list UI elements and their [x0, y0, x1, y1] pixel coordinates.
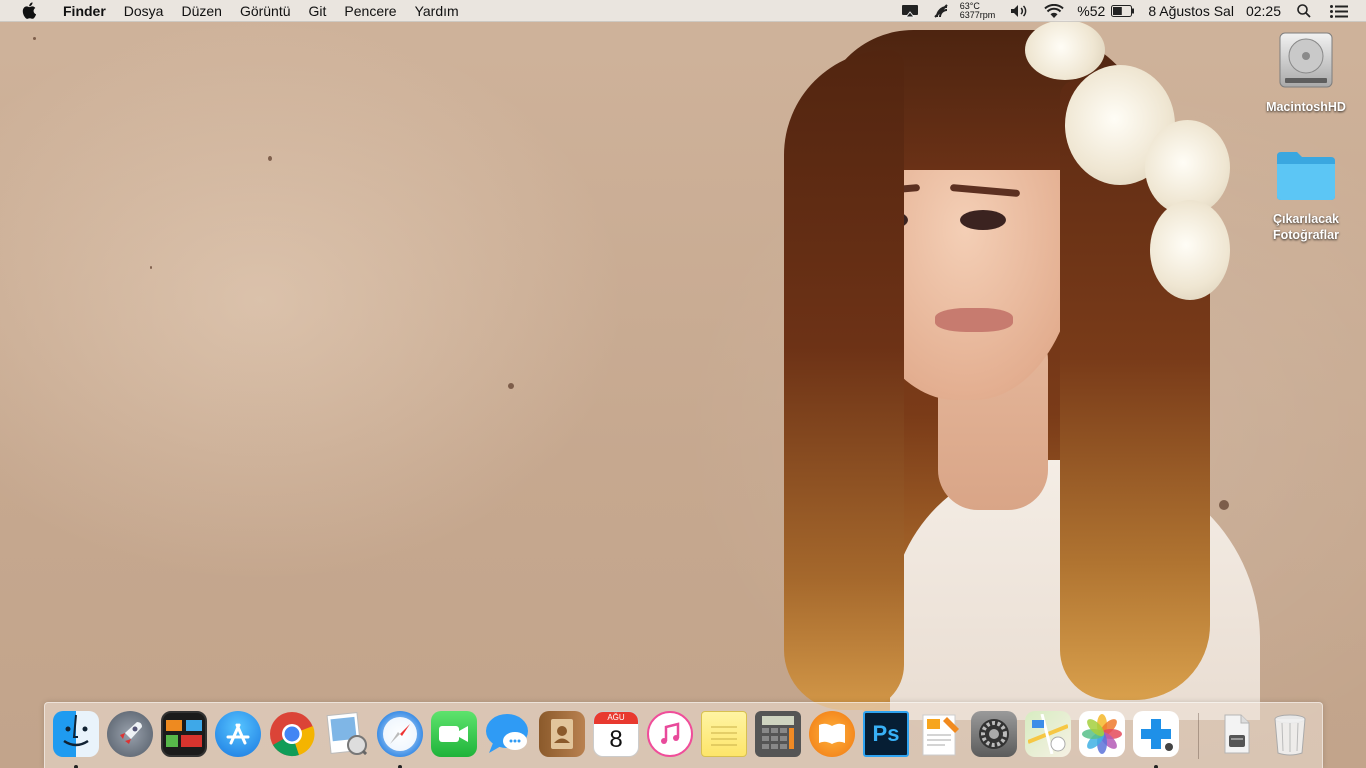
- menu-pencere[interactable]: Pencere: [335, 0, 405, 22]
- pages-icon: [917, 711, 963, 757]
- dock-app-finder[interactable]: [53, 711, 99, 768]
- temperature-fan-readout[interactable]: 63°C 6377rpm: [960, 2, 996, 20]
- wallpaper-speck: [33, 37, 36, 40]
- rose-flower: [1025, 20, 1105, 80]
- desktop-icon-cikarilacak-fotograflar[interactable]: Çıkarılacak Fotoğraflar: [1251, 148, 1361, 243]
- dock-app-facetime[interactable]: [431, 711, 477, 757]
- wifi-icon[interactable]: [1044, 3, 1064, 19]
- menu-git[interactable]: Git: [300, 0, 336, 22]
- menu-yardim[interactable]: Yardım: [406, 0, 468, 22]
- dock-app-calculator[interactable]: [755, 711, 801, 757]
- dock-app-launchpad[interactable]: [107, 711, 153, 757]
- battery-icon[interactable]: [1111, 5, 1135, 17]
- plus-app-icon: [1133, 711, 1179, 757]
- launchpad-icon: [107, 711, 153, 757]
- portrait-eye: [960, 210, 1006, 230]
- dock-app-system-preferences[interactable]: [971, 711, 1017, 757]
- dock-app-itunes[interactable]: [647, 711, 693, 757]
- dock-app-notes[interactable]: [701, 711, 747, 757]
- fan-speed-value: 6377rpm: [959, 10, 996, 20]
- system-preferences-icon: [971, 711, 1017, 757]
- preview-icon: [323, 711, 369, 757]
- dock-app-messages[interactable]: [485, 711, 531, 757]
- apple-menu-icon[interactable]: [20, 2, 38, 20]
- dock-trash[interactable]: [1267, 711, 1313, 757]
- wallpaper-speck: [150, 266, 152, 269]
- display-mirror-icon[interactable]: [901, 4, 919, 18]
- portrait-hair-left: [784, 50, 904, 710]
- menu-app-name[interactable]: Finder: [54, 0, 115, 22]
- facetime-icon: [431, 711, 477, 757]
- dock-app-mission-control[interactable]: [161, 711, 207, 757]
- calculator-icon: [755, 711, 801, 757]
- battery-percent[interactable]: %52: [1077, 3, 1105, 19]
- dock-app-safari[interactable]: [377, 711, 423, 768]
- dock-separator: [1198, 713, 1199, 759]
- dock-app-app-store[interactable]: [215, 711, 261, 757]
- downloads-stack-icon: [1213, 711, 1259, 757]
- spotlight-search-icon[interactable]: [1297, 4, 1311, 18]
- trash-icon: [1267, 711, 1313, 757]
- dock-app-photos[interactable]: [1079, 711, 1125, 757]
- dock-app-photoshop[interactable]: Ps: [863, 711, 909, 757]
- wallpaper-speck: [268, 156, 272, 161]
- rose-flower: [1150, 200, 1230, 300]
- safari-icon: [377, 711, 423, 757]
- fan-icon[interactable]: [933, 3, 949, 19]
- dock: AĞU 8 Ps: [44, 702, 1323, 768]
- menubar-date[interactable]: 8 Ağustos Sal: [1148, 3, 1234, 19]
- menu-bar: Finder Dosya Düzen Görüntü Git Pencere Y…: [0, 0, 1366, 22]
- photoshop-icon: Ps: [863, 711, 909, 757]
- dock-app-contacts[interactable]: [539, 711, 585, 757]
- menu-duzen[interactable]: Düzen: [172, 0, 230, 22]
- dock-app-preview[interactable]: [323, 711, 369, 757]
- itunes-icon: [647, 711, 693, 757]
- wallpaper-speck: [508, 383, 514, 389]
- dock-app-chrome[interactable]: [269, 711, 315, 757]
- dock-app-plus[interactable]: [1133, 711, 1179, 768]
- mission-control-icon: [161, 711, 207, 757]
- dock-app-maps[interactable]: [1025, 711, 1071, 757]
- volume-icon[interactable]: [1010, 4, 1030, 18]
- app-store-icon: [215, 711, 261, 757]
- finder-icon: [53, 711, 99, 757]
- calendar-day: 8: [609, 726, 623, 753]
- portrait-mouth: [935, 308, 1013, 332]
- notes-icon: [701, 711, 747, 757]
- menu-dosya[interactable]: Dosya: [115, 0, 173, 22]
- dock-app-calendar[interactable]: AĞU 8: [593, 711, 639, 757]
- contacts-icon: [539, 711, 585, 757]
- hard-drive-icon: [1277, 30, 1335, 95]
- ibooks-icon: [809, 711, 855, 757]
- wallpaper-portrait: [760, 20, 1280, 720]
- desktop-icon-label: Çıkarılacak Fotoğraflar: [1272, 212, 1340, 242]
- desktop-icon-macintoshhd[interactable]: MacintoshHD: [1251, 30, 1361, 115]
- dock-app-ibooks[interactable]: [809, 711, 855, 757]
- notification-center-icon[interactable]: [1330, 4, 1348, 18]
- desktop-wallpaper: [0, 0, 1366, 768]
- messages-icon: [485, 711, 531, 757]
- dock-app-pages[interactable]: [917, 711, 963, 757]
- photos-icon: [1079, 711, 1125, 757]
- portrait-brow: [949, 183, 1021, 198]
- desktop-icon-label: MacintoshHD: [1266, 100, 1346, 114]
- menubar-clock[interactable]: 02:25: [1246, 3, 1281, 19]
- calendar-icon: AĞU 8: [593, 711, 639, 757]
- folder-icon: [1275, 148, 1337, 207]
- chrome-icon: [269, 711, 315, 757]
- dock-downloads-stack[interactable]: [1213, 711, 1259, 757]
- maps-icon: [1025, 711, 1071, 757]
- menu-goruntu[interactable]: Görüntü: [231, 0, 300, 22]
- calendar-month: AĞU: [594, 712, 638, 724]
